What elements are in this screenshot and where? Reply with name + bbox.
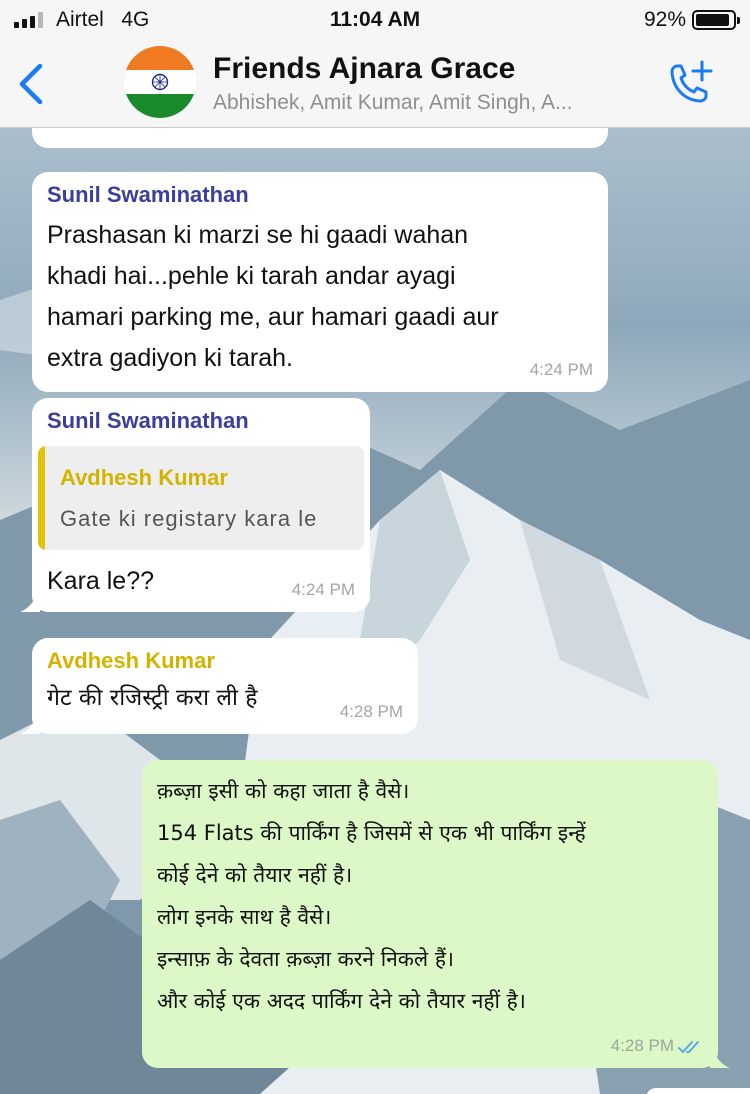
message-line: Prashasan ki marzi se hi gaadi wahan (47, 221, 469, 249)
bubble-tail (710, 1048, 730, 1068)
message-line: extra gadiyon ki tarah. (47, 344, 293, 372)
message-sender: Avdhesh Kumar (47, 648, 215, 673)
chat-title[interactable]: Friends Ajnara Grace (213, 52, 515, 86)
message-sender: Sunil Swaminathan (47, 408, 249, 433)
chevron-left-icon[interactable] (14, 60, 48, 108)
add-call-icon[interactable] (664, 58, 716, 108)
message-bubble-partial[interactable] (646, 1088, 750, 1094)
quoted-message[interactable]: Avdhesh Kumar Gate ki registary kara le (38, 446, 364, 550)
battery-icon (692, 10, 740, 30)
message-line: लोग इनके साथ है वैसे। (157, 905, 332, 929)
message-line: कोई देने को तैयार नहीं है। (157, 863, 353, 887)
double-check-read-icon (678, 1041, 699, 1053)
message-bubble-incoming[interactable]: Sunil Swaminathan Avdhesh Kumar Gate ki … (20, 398, 370, 612)
battery-percent: 92% (643, 8, 686, 31)
message-line: hamari parking me, aur hamari gaadi aur (47, 303, 499, 331)
bubble-tail (20, 592, 40, 612)
message-time: 4:24 PM (291, 580, 355, 599)
message-sender: Sunil Swaminathan (47, 182, 249, 207)
message-line: 154 Flats की पार्किंग है जिसमें से एक भी… (157, 821, 586, 845)
group-avatar[interactable] (124, 46, 196, 118)
message-line: क़ब्ज़ा इसी को कहा जाता है वैसे। (157, 779, 410, 803)
message-bubble-outgoing[interactable]: क़ब्ज़ा इसी को कहा जाता है वैसे। 154 Fla… (142, 760, 730, 1068)
message-line: और कोई एक अदद पार्किंग देने को तैयार नही… (157, 989, 526, 1013)
message-line: khadi hai...pehle ki tarah andar ayagi (47, 262, 456, 290)
status-bar: Airtel 4G 11:04 AM 92% (0, 0, 750, 40)
message-text: गेट की रजिस्ट्री करा ली है (47, 685, 258, 711)
quote-accent-bar (38, 446, 45, 550)
quoted-sender: Avdhesh Kumar (60, 465, 228, 490)
status-time: 11:04 AM (329, 8, 421, 31)
message-text: क़ब्ज़ा इसी को कहा जाता है वैसे। 154 Fla… (157, 770, 707, 1022)
message-bubble-incoming[interactable]: Avdhesh Kumar गेट की रजिस्ट्री करा ली है… (20, 638, 418, 734)
message-time: 4:28 PM (610, 1036, 674, 1055)
message-bubble-incoming[interactable]: Sunil Swaminathan Prashasan ki marzi se … (32, 172, 608, 392)
message-time: 4:28 PM (339, 702, 403, 721)
message-line: इन्साफ़ के देवता क़ब्ज़ा करने निकले हैं। (157, 947, 454, 971)
message-time: 4:24 PM (529, 360, 593, 379)
message-text: Prashasan ki marzi se hi gaadi wahan kha… (47, 215, 597, 379)
quoted-text: Gate ki registary kara le (60, 506, 318, 531)
message-text: Kara le?? (47, 567, 155, 595)
chat-members[interactable]: Abhishek, Amit Kumar, Amit Singh, A... (213, 91, 653, 115)
bubble-tail (20, 714, 40, 734)
chat-header: Friends Ajnara Grace Abhishek, Amit Kuma… (0, 40, 750, 128)
ashoka-chakra-icon (151, 73, 169, 91)
